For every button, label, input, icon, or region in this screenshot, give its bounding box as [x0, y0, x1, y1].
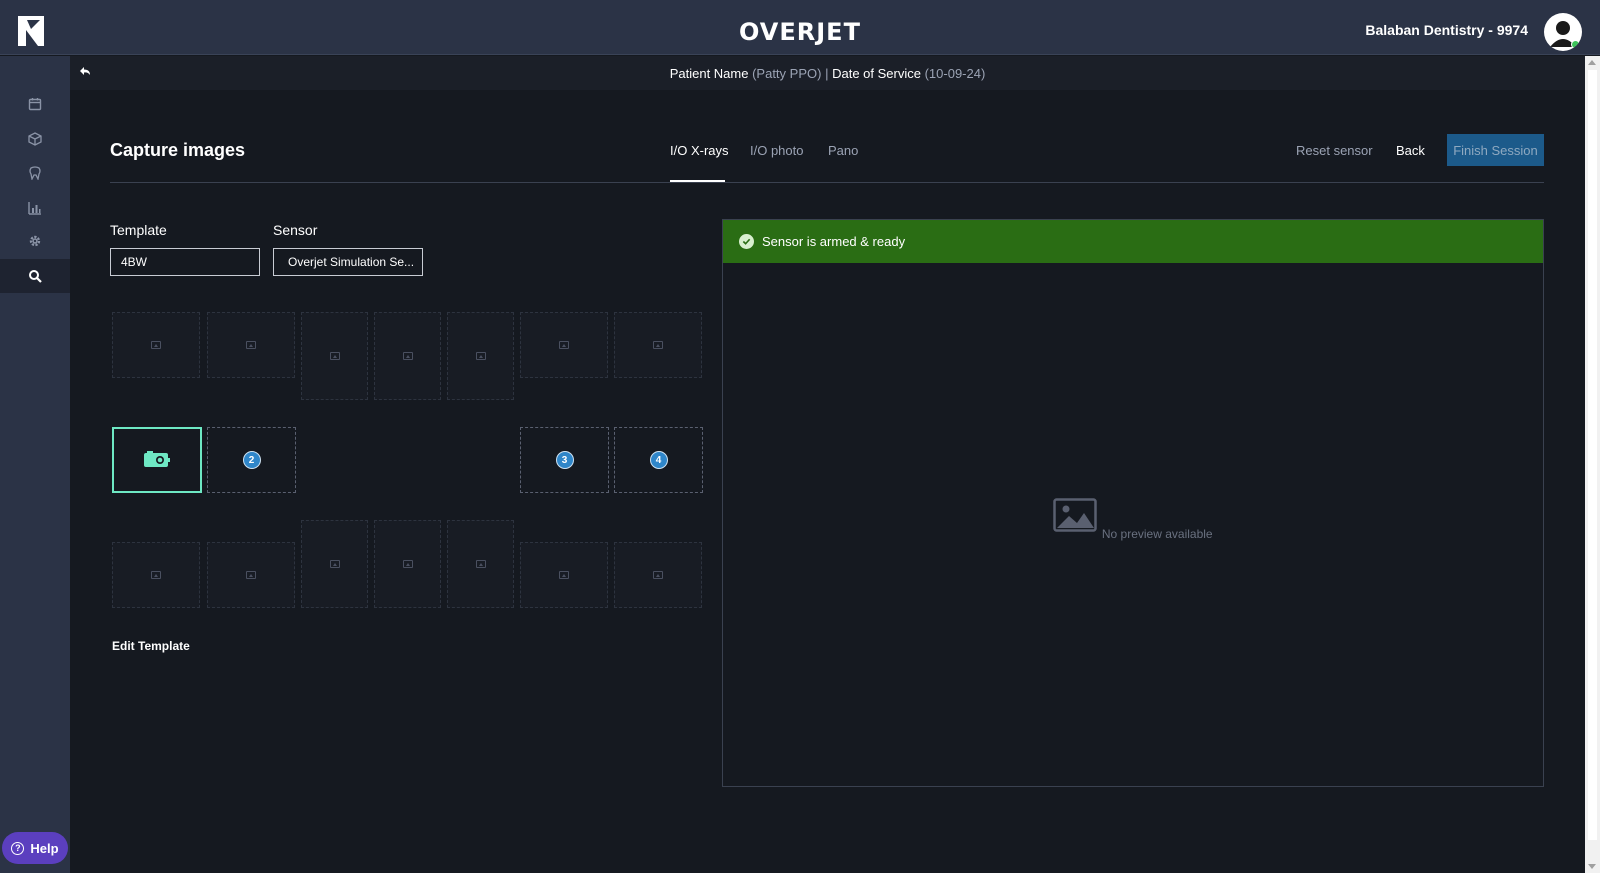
- tooth-icon: [29, 166, 41, 180]
- avatar[interactable]: [1544, 13, 1582, 51]
- empty-preview: No preview available: [723, 498, 1543, 543]
- image-placeholder-icon: [559, 341, 569, 349]
- practice-name[interactable]: Balaban Dentistry - 9974: [1365, 22, 1528, 38]
- date-label: Date of Service: [832, 66, 921, 81]
- page-title: Capture images: [110, 140, 246, 160]
- image-placeholder-icon: [653, 341, 663, 349]
- brand-title: OVERJET: [739, 18, 861, 46]
- template-slot[interactable]: 3: [520, 427, 609, 493]
- image-placeholder-icon: [653, 571, 663, 579]
- slot-number-badge: 4: [649, 451, 668, 469]
- sidebar-item-tooth[interactable]: [0, 156, 70, 190]
- image-placeholder-icon: [475, 560, 486, 568]
- template-slot-active[interactable]: [112, 427, 202, 493]
- top-bar: OVERJET Balaban Dentistry - 9974: [0, 0, 1600, 55]
- template-label: Template: [110, 222, 167, 238]
- back-button[interactable]: Back: [1396, 143, 1425, 158]
- template-slot[interactable]: [374, 312, 441, 400]
- image-placeholder-icon: [402, 352, 413, 360]
- scroll-thumb[interactable]: [1588, 70, 1597, 840]
- separator: |: [825, 66, 829, 81]
- template-slot[interactable]: [207, 312, 295, 378]
- image-placeholder-icon: [246, 571, 256, 579]
- scroll-up-icon[interactable]: [1588, 60, 1596, 65]
- empty-preview-text: No preview available: [1101, 527, 1213, 541]
- scroll-down-icon[interactable]: [1588, 864, 1596, 869]
- check-circle-icon: [739, 234, 754, 249]
- template-slot[interactable]: [520, 312, 608, 378]
- template-slot[interactable]: [301, 312, 368, 400]
- template-slot[interactable]: [112, 312, 200, 378]
- sidebar-item-calendar[interactable]: [0, 87, 70, 121]
- box-icon: [28, 132, 42, 146]
- preview-panel: Sensor is armed & ready No preview avail…: [722, 219, 1544, 787]
- camera-icon: [144, 451, 170, 467]
- header-divider: [110, 182, 1544, 183]
- sidebar-item-box[interactable]: [0, 122, 70, 156]
- image-placeholder-icon: [151, 571, 161, 579]
- patient-info: Patient Name (Patty PPO) | Date of Servi…: [70, 66, 1585, 81]
- help-label: Help: [30, 840, 59, 856]
- help-icon: ?: [11, 841, 25, 855]
- template-slot[interactable]: [301, 520, 368, 608]
- chart-icon: [28, 202, 41, 215]
- sensor-label: Sensor: [273, 222, 318, 238]
- image-placeholder-icon: [1053, 498, 1098, 532]
- image-placeholder-icon: [402, 560, 413, 568]
- date-value: (10-09-24): [924, 66, 986, 81]
- sidebar-item-settings[interactable]: [0, 224, 70, 258]
- slot-number-badge: 3: [555, 451, 574, 469]
- tab-io-photo[interactable]: I/O photo: [750, 143, 803, 158]
- finish-session-button[interactable]: Finish Session: [1447, 134, 1544, 166]
- template-slot[interactable]: 4: [614, 427, 703, 493]
- tab-pano[interactable]: Pano: [828, 143, 858, 158]
- template-slot[interactable]: [374, 520, 441, 608]
- online-status-dot: [1571, 40, 1580, 49]
- template-slot[interactable]: [614, 312, 702, 378]
- search-icon: [29, 270, 42, 283]
- calendar-icon: [28, 98, 42, 111]
- template-slot[interactable]: [520, 542, 608, 608]
- template-slot[interactable]: 2: [207, 427, 296, 493]
- patient-value: (Patty PPO): [752, 66, 822, 81]
- sidebar-item-search[interactable]: [0, 259, 70, 293]
- sidebar-item-chart[interactable]: [0, 191, 70, 225]
- image-placeholder-icon: [329, 560, 340, 568]
- template-slot[interactable]: [112, 542, 200, 608]
- image-placeholder-icon: [559, 571, 569, 579]
- sensor-status-banner: Sensor is armed & ready: [723, 220, 1543, 263]
- sensor-status-text: Sensor is armed & ready: [762, 234, 906, 249]
- slot-number-badge: 2: [242, 451, 261, 469]
- page-scrollbar[interactable]: [1585, 56, 1600, 873]
- template-slot[interactable]: [447, 312, 514, 400]
- template-slot[interactable]: [207, 542, 295, 608]
- tab-io-xrays[interactable]: I/O X-rays: [670, 143, 729, 158]
- patient-header: Patient Name (Patty PPO) | Date of Servi…: [70, 56, 1585, 90]
- sidebar: ? Help: [0, 56, 70, 873]
- template-slot[interactable]: [614, 542, 702, 608]
- gear-icon: [29, 235, 41, 247]
- reset-sensor-button[interactable]: Reset sensor: [1296, 143, 1373, 158]
- image-placeholder-icon: [475, 352, 486, 360]
- patient-label: Patient Name: [669, 66, 749, 81]
- image-placeholder-icon: [151, 341, 161, 349]
- image-placeholder-icon: [246, 341, 256, 349]
- template-input[interactable]: 4BW: [110, 248, 260, 276]
- help-button[interactable]: ? Help: [2, 832, 68, 864]
- image-placeholder-icon: [329, 352, 340, 360]
- edit-template-link[interactable]: Edit Template: [112, 639, 190, 653]
- template-slot[interactable]: [447, 520, 514, 608]
- sensor-select[interactable]: Overjet Simulation Se...: [273, 248, 423, 276]
